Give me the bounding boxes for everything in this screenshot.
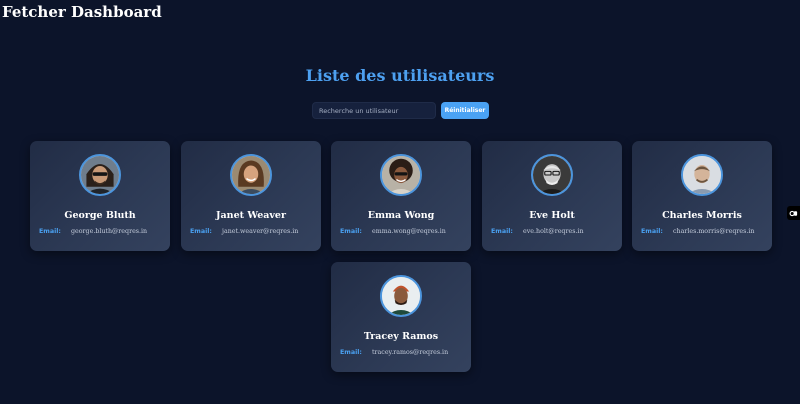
user-card: Janet Weaver Email: janet.weaver@reqres.… — [181, 141, 321, 251]
email-label: Email: — [491, 228, 513, 235]
email-row: Email: eve.holt@reqres.in — [491, 228, 584, 235]
email-row: Email: emma.wong@reqres.in — [340, 228, 446, 235]
user-card: George Bluth Email: george.bluth@reqres.… — [30, 141, 170, 251]
user-name: Charles Morris — [662, 210, 742, 221]
user-card: Eve Holt Email: eve.holt@reqres.in — [482, 141, 622, 251]
email-label: Email: — [340, 349, 362, 356]
app-title: Fetcher Dashboard — [2, 3, 162, 21]
email-label: Email: — [340, 228, 362, 235]
avatar — [681, 154, 723, 196]
page-heading: Liste des utilisateurs — [305, 66, 495, 85]
email-row: Email: tracey.ramos@reqres.in — [340, 349, 448, 356]
avatar — [230, 154, 272, 196]
user-card: Tracey Ramos Email: tracey.ramos@reqres.… — [331, 262, 471, 372]
user-name: Tracey Ramos — [363, 331, 439, 342]
user-name: George Bluth — [64, 210, 136, 221]
email-value: eve.holt@reqres.in — [523, 228, 584, 235]
email-label: Email: — [641, 228, 663, 235]
email-row: Email: charles.morris@reqres.in — [641, 228, 754, 235]
avatar — [79, 154, 121, 196]
user-card: Charles Morris Email: charles.morris@req… — [632, 141, 772, 251]
user-name: Janet Weaver — [216, 210, 286, 221]
search-input[interactable] — [312, 102, 436, 119]
app-root: Fetcher Dashboard Liste des utilisateurs… — [0, 0, 800, 404]
avatar — [380, 154, 422, 196]
email-row: Email: janet.weaver@reqres.in — [190, 228, 298, 235]
email-value: emma.wong@reqres.in — [372, 228, 446, 235]
floating-toggle-icon[interactable] — [787, 206, 800, 220]
reset-button[interactable]: Réinitialiser — [441, 102, 489, 119]
email-value: janet.weaver@reqres.in — [222, 228, 299, 235]
email-row: Email: george.bluth@reqres.in — [39, 228, 147, 235]
avatar — [380, 275, 422, 317]
search-bar: Réinitialiser — [312, 102, 489, 119]
email-value: tracey.ramos@reqres.in — [372, 349, 449, 356]
user-card: Emma Wong Email: emma.wong@reqres.in — [331, 141, 471, 251]
avatar — [531, 154, 573, 196]
user-name: Emma Wong — [367, 210, 435, 221]
email-value: charles.morris@reqres.in — [673, 228, 755, 235]
user-name: Eve Holt — [529, 210, 575, 221]
email-value: george.bluth@reqres.in — [71, 228, 148, 235]
email-label: Email: — [190, 228, 212, 235]
email-label: Email: — [39, 228, 61, 235]
